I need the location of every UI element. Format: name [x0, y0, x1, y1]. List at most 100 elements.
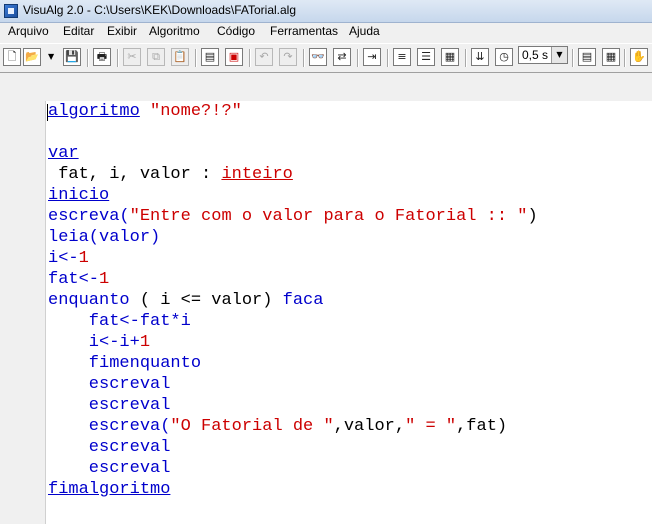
- redo-button[interactable]: ↷: [279, 48, 297, 66]
- string-literal: "nome?!?": [150, 102, 242, 121]
- save-icon: 💾: [65, 50, 79, 63]
- code-line: inicio: [48, 185, 538, 206]
- app-icon: [4, 4, 18, 18]
- toolbar-button-a[interactable]: ▤: [578, 48, 596, 66]
- toolbar-separator: [465, 49, 467, 67]
- code-text: ,fat): [456, 417, 508, 436]
- code-line: algoritmo "nome?!?": [48, 101, 538, 122]
- code-text: fat, i, valor :: [48, 165, 222, 184]
- keyword: escreval: [48, 396, 171, 415]
- keyword: algoritmo: [48, 102, 140, 121]
- keyword: faca: [282, 291, 324, 310]
- menu-algoritmo[interactable]: Algoritmo: [149, 24, 200, 38]
- toolbar-button-b[interactable]: ▦: [602, 48, 620, 66]
- code-text: ,valor,: [333, 417, 406, 436]
- keyword: escreva(: [48, 417, 171, 436]
- uncomment-icon: ☰: [421, 50, 431, 63]
- keyword: escreval: [48, 375, 171, 394]
- uncomment-button[interactable]: ☰: [417, 48, 435, 66]
- step-icon: ⇊: [475, 50, 485, 63]
- undo-icon: ↶: [259, 50, 269, 63]
- toolbar-separator: [249, 49, 251, 67]
- copy-button[interactable]: ⧉: [147, 48, 165, 66]
- menu-ferramentas[interactable]: Ferramentas: [270, 24, 338, 38]
- title-bar: VisuAlg 2.0 - C:\Users\KEK\Downloads\FAT…: [0, 0, 652, 23]
- speed-select[interactable]: 0,5 s ▼: [518, 46, 568, 64]
- code-text: fat<-: [48, 270, 100, 289]
- code-line: escreval: [48, 458, 538, 479]
- indent-button[interactable]: ⇥: [363, 48, 381, 66]
- code-line: fat<-1: [48, 269, 538, 290]
- keyword: var: [48, 144, 79, 163]
- format-button[interactable]: ▦: [441, 48, 459, 66]
- window-title: VisuAlg 2.0 - C:\Users\KEK\Downloads\FAT…: [23, 3, 297, 17]
- find-binoculars-icon: 👓: [311, 50, 325, 63]
- comment-icon: ≡: [397, 50, 407, 63]
- toolbar-separator: [624, 49, 626, 67]
- code-text: i<-: [48, 249, 79, 268]
- paste-block-button[interactable]: ▣: [225, 48, 243, 66]
- copy-icon: ⧉: [152, 50, 160, 63]
- save-button[interactable]: 💾: [63, 48, 81, 66]
- code-line: leia(valor): [48, 227, 538, 248]
- grid-icon: ▦: [605, 50, 617, 63]
- replace-button[interactable]: ⇄: [333, 48, 351, 66]
- copy-block-button[interactable]: ▤: [201, 48, 219, 66]
- hand-button[interactable]: ✋: [630, 48, 648, 66]
- open-dropdown-arrow-icon[interactable]: ▼: [48, 51, 56, 63]
- toolbar-separator: [195, 49, 197, 67]
- chevron-down-icon[interactable]: ▼: [551, 47, 567, 63]
- undo-button[interactable]: ↶: [255, 48, 273, 66]
- keyword: escreva(: [48, 207, 130, 226]
- menu-ajuda[interactable]: Ajuda: [349, 24, 380, 38]
- print-button[interactable]: 🖶: [93, 48, 111, 66]
- code-line: escreval: [48, 374, 538, 395]
- code-line: fimalgoritmo: [48, 479, 538, 500]
- paste-button[interactable]: 📋: [171, 48, 189, 66]
- hand-icon: ✋: [632, 50, 646, 63]
- code-text: i<-i+: [48, 333, 140, 352]
- find-button[interactable]: 👓: [309, 48, 327, 66]
- code-text: fat<-fat*i: [48, 312, 191, 331]
- copy-block-icon: ▤: [204, 50, 216, 63]
- code-line: var: [48, 143, 538, 164]
- code-line: escreva("Entre com o valor para o Fatori…: [48, 206, 538, 227]
- code-line: escreval: [48, 395, 538, 416]
- menu-editar[interactable]: Editar: [63, 24, 94, 38]
- editor-gutter: [0, 101, 46, 524]
- number-literal: 1: [99, 270, 110, 289]
- comment-button[interactable]: ≡: [393, 48, 411, 66]
- code-line: i<-1: [48, 248, 538, 269]
- code-line: fat<-fat*i: [48, 311, 538, 332]
- text-cursor: [47, 104, 48, 121]
- print-icon: 🖶: [96, 50, 108, 63]
- menu-exibir[interactable]: Exibir: [107, 24, 137, 38]
- list-icon: ▤: [581, 50, 593, 63]
- code-text: ): [527, 207, 538, 226]
- code-line: fat, i, valor : inteiro: [48, 164, 538, 185]
- cut-icon: ✂: [127, 50, 137, 63]
- timer-icon: ◷: [499, 50, 509, 63]
- toolbar-separator: [357, 49, 359, 67]
- format-icon: ▦: [444, 50, 456, 63]
- new-file-button[interactable]: 🗋: [3, 48, 21, 66]
- menu-arquivo[interactable]: Arquivo: [8, 24, 49, 38]
- indent-icon: ⇥: [367, 50, 377, 63]
- keyword: enquanto: [48, 291, 130, 310]
- code-line: enquanto ( i <= valor) faca: [48, 290, 538, 311]
- paste-icon: 📋: [173, 50, 187, 63]
- code-line: fimenquanto: [48, 353, 538, 374]
- code-area[interactable]: algoritmo "nome?!?" var fat, i, valor : …: [48, 101, 538, 500]
- toolbar-separator: [387, 49, 389, 67]
- timer-button[interactable]: ◷: [495, 48, 513, 66]
- toolbar-separator: [87, 49, 89, 67]
- toolbar-separator: [303, 49, 305, 67]
- menu-codigo[interactable]: Código: [217, 24, 255, 38]
- cut-button[interactable]: ✂: [123, 48, 141, 66]
- step-button[interactable]: ⇊: [471, 48, 489, 66]
- open-file-button[interactable]: 📂: [23, 48, 41, 66]
- code-text: ( i <= valor): [129, 291, 283, 310]
- keyword: inicio: [48, 186, 110, 205]
- paste-block-icon: ▣: [228, 50, 240, 63]
